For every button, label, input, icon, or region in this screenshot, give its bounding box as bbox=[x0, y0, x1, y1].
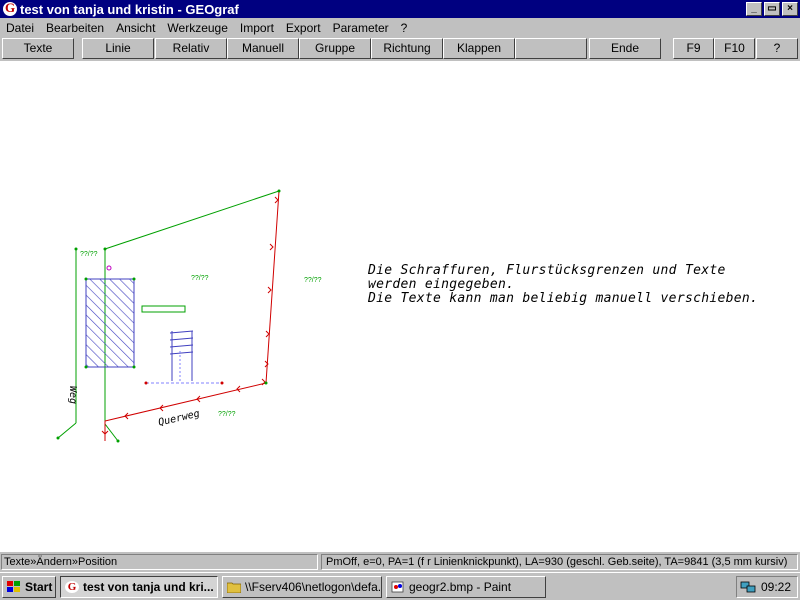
window-controls: _ ▭ × bbox=[744, 2, 798, 16]
texte-button[interactable]: Texte bbox=[2, 38, 74, 59]
description-line-3: Die Texte kann man beliebig manuell vers… bbox=[368, 291, 759, 306]
f10-button[interactable]: F10 bbox=[714, 38, 755, 59]
magenta-mark bbox=[106, 265, 112, 271]
map-drawing bbox=[56, 189, 281, 443]
menu-import[interactable]: Import bbox=[234, 21, 280, 35]
stair-symbol bbox=[169, 330, 194, 381]
taskbar: Start G test von tanja und kri... \\Fser… bbox=[0, 572, 800, 600]
geograf-task-icon: G bbox=[65, 581, 79, 593]
function-toolbar: Texte Linie Relativ Manuell Gruppe Richt… bbox=[0, 37, 800, 61]
blank-button[interactable] bbox=[515, 38, 587, 59]
menu-datei[interactable]: Datei bbox=[0, 21, 40, 35]
help-button[interactable]: ? bbox=[756, 38, 798, 59]
green-rectangle bbox=[141, 305, 186, 313]
manuell-button[interactable]: Manuell bbox=[227, 38, 299, 59]
hatched-building bbox=[85, 278, 135, 368]
linie-button[interactable]: Linie bbox=[82, 38, 154, 59]
parcel-number-3[interactable]: ??/?? bbox=[304, 277, 322, 284]
f9-button[interactable]: F9 bbox=[673, 38, 714, 59]
parcel-number-1[interactable]: ??/?? bbox=[80, 251, 98, 258]
description-line-2: werden eingegeben. bbox=[368, 277, 515, 292]
green-boundary-top bbox=[104, 190, 280, 250]
restore-button[interactable]: ▭ bbox=[764, 2, 780, 16]
menu-ansicht[interactable]: Ansicht bbox=[110, 21, 161, 35]
close-button[interactable]: × bbox=[782, 2, 798, 16]
folder-icon bbox=[227, 582, 241, 593]
menu-help[interactable]: ? bbox=[395, 21, 414, 35]
parcel-number-2[interactable]: ??/?? bbox=[191, 275, 209, 282]
windows-logo-icon bbox=[7, 581, 20, 592]
menu-werkzeuge[interactable]: Werkzeuge bbox=[161, 21, 233, 35]
red-point-1 bbox=[144, 381, 148, 385]
task-explorer[interactable]: \\Fserv406\netlogon\defa... bbox=[222, 576, 382, 598]
description-line-1: Die Schraffuren, Flurstücksgrenzen und T… bbox=[368, 263, 726, 278]
task-explorer-label: \\Fserv406\netlogon\defa... bbox=[245, 580, 382, 594]
window-title: test von tanja und kristin - GEOgraf bbox=[20, 1, 239, 17]
title-bar: test von tanja und kristin - GEOgraf _ ▭… bbox=[0, 0, 800, 18]
ende-button[interactable]: Ende bbox=[589, 38, 661, 59]
task-geograf[interactable]: G test von tanja und kri... bbox=[60, 576, 218, 598]
parcel-number-4[interactable]: ??/?? bbox=[218, 411, 236, 418]
green-road-tick bbox=[57, 422, 77, 439]
red-point-2 bbox=[220, 381, 224, 385]
task-geograf-label: test von tanja und kri... bbox=[83, 580, 214, 594]
status-parameters: PmOff, e=0, PA=1 (f r Linienknickpunkt),… bbox=[321, 554, 798, 570]
start-button[interactable]: Start bbox=[2, 576, 56, 598]
relativ-button[interactable]: Relativ bbox=[155, 38, 227, 59]
status-mode: Texte»Ändern»Position bbox=[1, 554, 318, 570]
drawing-canvas[interactable]: Weg Querweg ??/?? ??/?? ??/?? ??/?? Die … bbox=[0, 61, 800, 552]
task-paint[interactable]: geogr2.bmp - Paint bbox=[386, 576, 546, 598]
task-paint-label: geogr2.bmp - Paint bbox=[409, 580, 512, 594]
geograf-app-icon[interactable] bbox=[3, 0, 17, 16]
network-icon[interactable] bbox=[740, 580, 756, 594]
menu-export[interactable]: Export bbox=[280, 21, 327, 35]
klappen-button[interactable]: Klappen bbox=[443, 38, 515, 59]
menu-bar: Datei Bearbeiten Ansicht Werkzeuge Impor… bbox=[0, 18, 800, 37]
menu-parameter[interactable]: Parameter bbox=[327, 21, 395, 35]
menu-bearbeiten[interactable]: Bearbeiten bbox=[40, 21, 110, 35]
status-bar: Texte»Ändern»Position PmOff, e=0, PA=1 (… bbox=[0, 553, 800, 571]
gruppe-button[interactable]: Gruppe bbox=[299, 38, 371, 59]
system-tray: 09:22 bbox=[736, 576, 798, 598]
clock[interactable]: 09:22 bbox=[761, 580, 791, 594]
weg-label[interactable]: Weg bbox=[67, 386, 78, 404]
richtung-button[interactable]: Richtung bbox=[371, 38, 443, 59]
start-label: Start bbox=[25, 580, 53, 594]
paint-icon bbox=[391, 581, 404, 593]
minimize-button[interactable]: _ bbox=[746, 2, 762, 16]
